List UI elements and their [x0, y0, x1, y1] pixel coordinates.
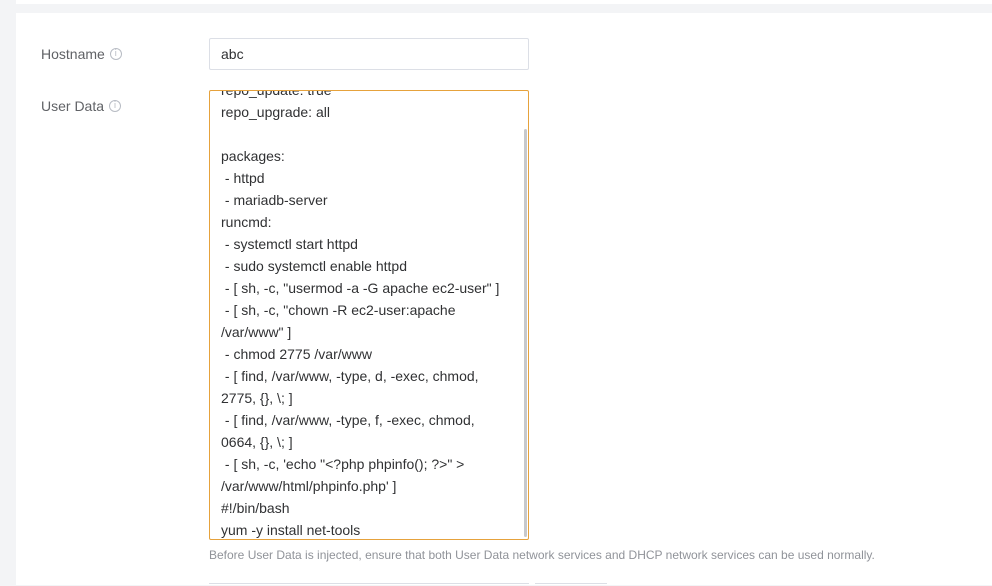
- hostname-input[interactable]: [209, 38, 529, 70]
- top-panel-edge: [16, 0, 992, 4]
- user-data-content[interactable]: repo_update: true repo_upgrade: all pack…: [221, 91, 511, 539]
- info-icon[interactable]: i: [109, 48, 122, 60]
- user-data-hint: Before User Data is injected, ensure tha…: [209, 548, 875, 562]
- hostname-label: Hostname i: [41, 46, 122, 62]
- hostname-label-text: Hostname: [41, 46, 105, 62]
- user-data-label: User Data i: [41, 98, 122, 114]
- scrollbar-thumb[interactable]: [524, 129, 527, 537]
- info-icon[interactable]: i: [109, 100, 122, 112]
- user-data-textarea[interactable]: repo_update: true repo_upgrade: all pack…: [209, 90, 529, 540]
- user-data-label-text: User Data: [41, 98, 105, 114]
